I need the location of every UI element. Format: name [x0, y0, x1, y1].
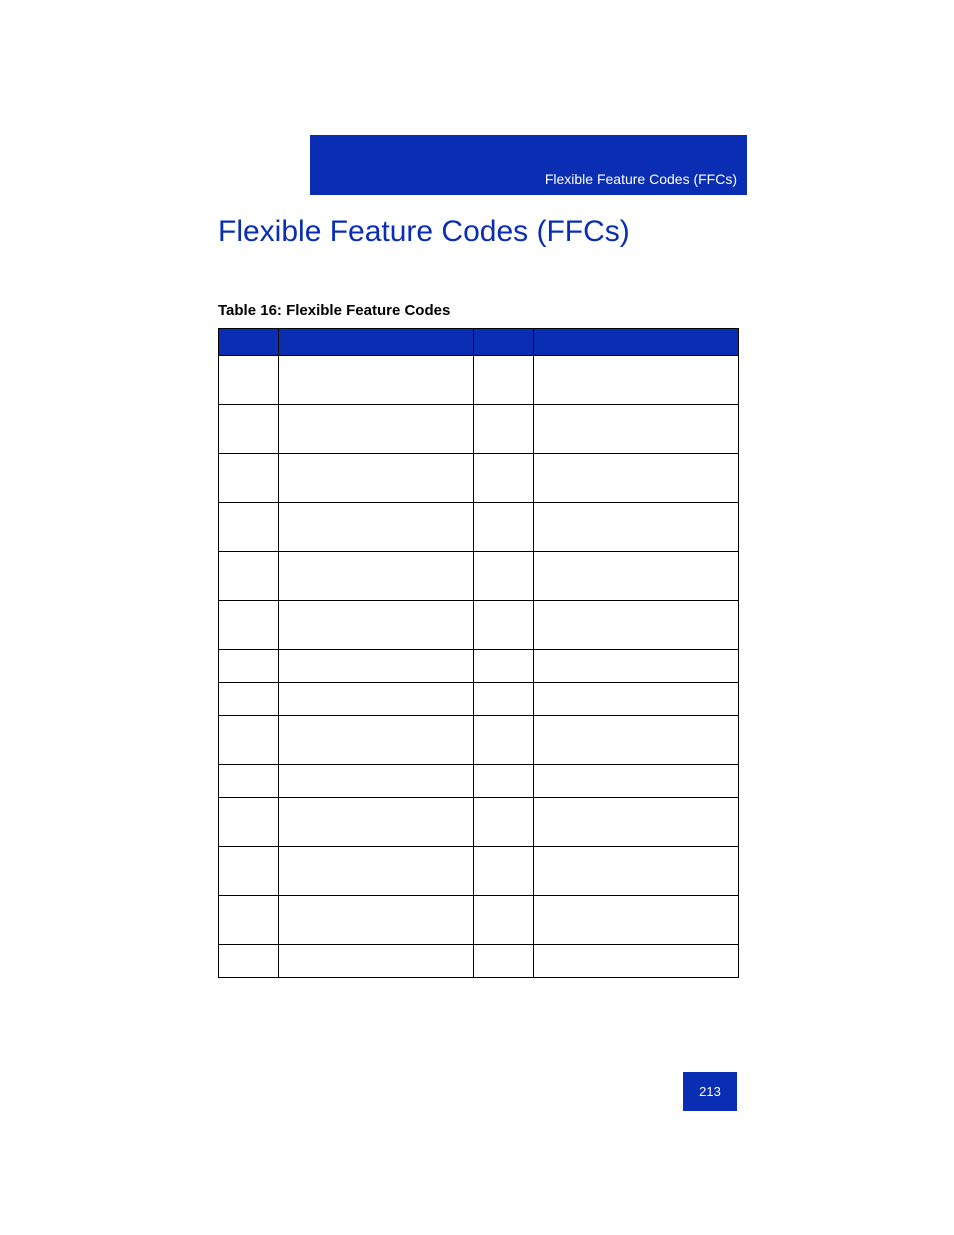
table-cell	[219, 503, 279, 552]
table-cell	[219, 405, 279, 454]
table-cell	[279, 716, 474, 765]
table-cell	[219, 601, 279, 650]
table-cell	[219, 454, 279, 503]
table-row	[219, 552, 739, 601]
table-cell	[534, 716, 739, 765]
table-cell	[534, 847, 739, 896]
table-row	[219, 650, 739, 683]
table-cell	[474, 847, 534, 896]
table-row	[219, 356, 739, 405]
table-cell	[534, 765, 739, 798]
table-cell	[474, 356, 534, 405]
table-cell	[219, 896, 279, 945]
table-cell	[474, 454, 534, 503]
table-cell	[534, 945, 739, 978]
table-cell	[279, 650, 474, 683]
table-cell	[219, 683, 279, 716]
table-cell	[279, 798, 474, 847]
table-row	[219, 716, 739, 765]
table-cell	[474, 601, 534, 650]
table-cell	[534, 798, 739, 847]
table-cell	[534, 552, 739, 601]
table-cell	[219, 765, 279, 798]
table-cell	[219, 650, 279, 683]
table-caption: Table 16: Flexible Feature Codes	[218, 302, 450, 319]
table-header-cell	[534, 329, 739, 356]
table-cell	[474, 798, 534, 847]
table-cell	[219, 847, 279, 896]
table-row	[219, 765, 739, 798]
table-cell	[534, 896, 739, 945]
header-band: Flexible Feature Codes (FFCs)	[310, 135, 747, 195]
table-cell	[279, 847, 474, 896]
table-row	[219, 503, 739, 552]
table-cell	[534, 683, 739, 716]
table-cell	[534, 405, 739, 454]
table-cell	[279, 896, 474, 945]
table-row	[219, 454, 739, 503]
table-cell	[279, 552, 474, 601]
table-cell	[219, 716, 279, 765]
table-row	[219, 896, 739, 945]
table-row	[219, 798, 739, 847]
table-row	[219, 601, 739, 650]
ffc-table	[218, 328, 739, 978]
table-cell	[279, 405, 474, 454]
table-cell	[474, 503, 534, 552]
table-header-cell	[474, 329, 534, 356]
table-header-cell	[219, 329, 279, 356]
page-title: Flexible Feature Codes (FFCs)	[218, 215, 630, 249]
table-cell	[219, 945, 279, 978]
table-cell	[279, 356, 474, 405]
table-cell	[279, 765, 474, 798]
running-title: Flexible Feature Codes (FFCs)	[545, 171, 737, 187]
table-cell	[219, 552, 279, 601]
table-cell	[534, 503, 739, 552]
table-cell	[279, 601, 474, 650]
table-row	[219, 405, 739, 454]
table-cell	[474, 896, 534, 945]
table-cell	[474, 716, 534, 765]
table-cell	[279, 454, 474, 503]
table-row	[219, 945, 739, 978]
table-cell	[474, 683, 534, 716]
table-cell	[534, 356, 739, 405]
table-row	[219, 683, 739, 716]
table-cell	[534, 454, 739, 503]
page-number: 213	[683, 1072, 737, 1111]
table-cell	[279, 503, 474, 552]
table-cell	[474, 945, 534, 978]
table-row	[219, 847, 739, 896]
table-header-cell	[279, 329, 474, 356]
table-cell	[534, 650, 739, 683]
table-cell	[219, 798, 279, 847]
table-cell	[474, 405, 534, 454]
table-cell	[474, 765, 534, 798]
table-cell	[279, 683, 474, 716]
table-cell	[219, 356, 279, 405]
table-cell	[474, 552, 534, 601]
table-header-row	[219, 329, 739, 356]
table-cell	[279, 945, 474, 978]
table-cell	[534, 601, 739, 650]
table-cell	[474, 650, 534, 683]
